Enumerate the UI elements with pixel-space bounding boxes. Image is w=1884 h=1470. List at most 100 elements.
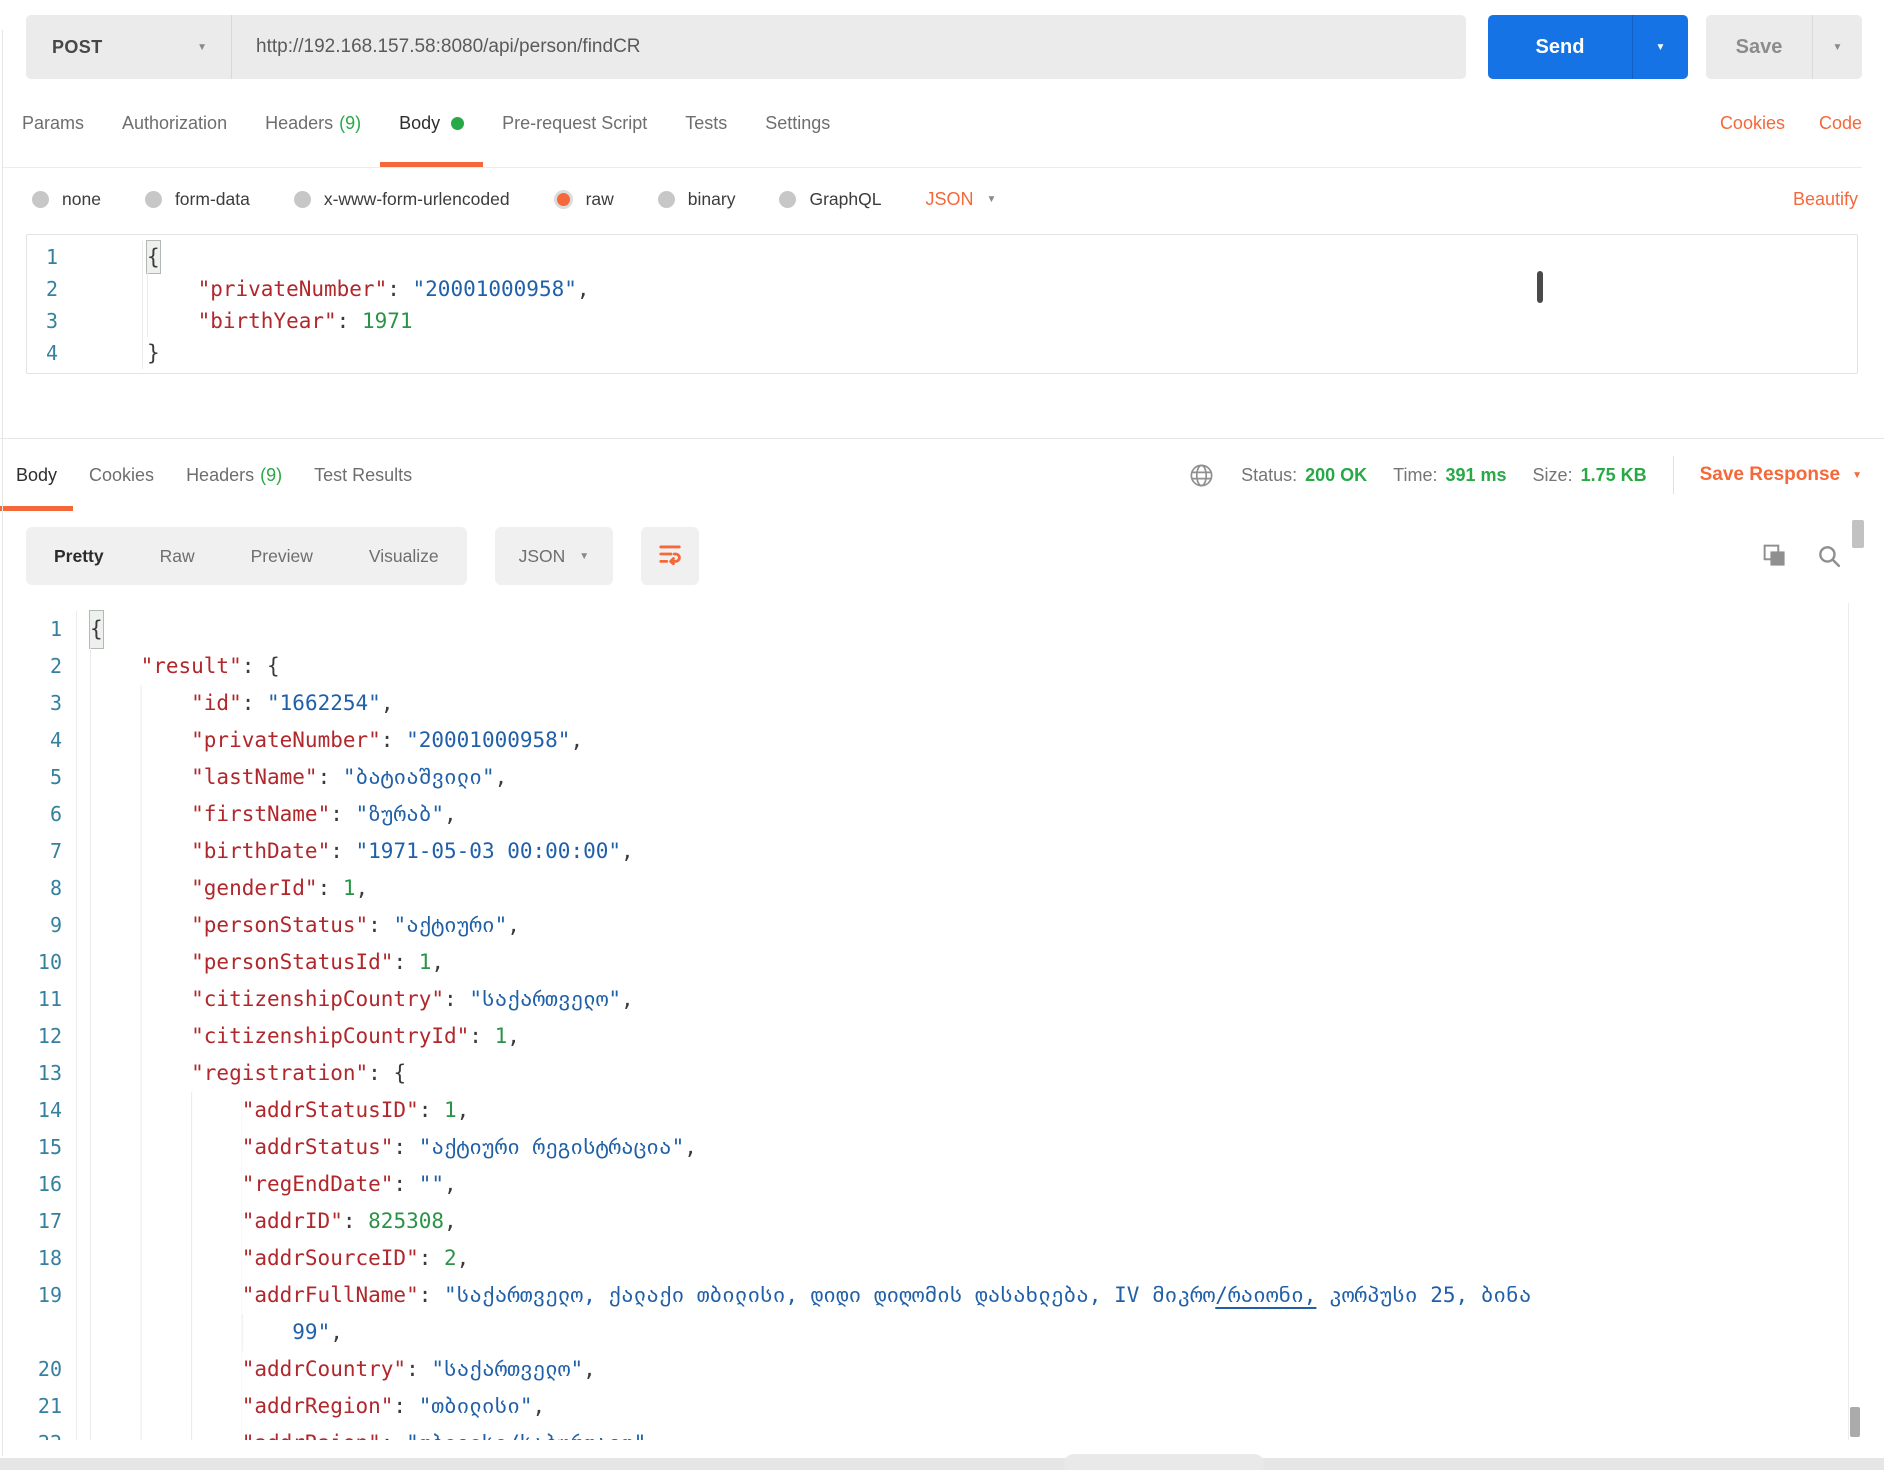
token-key: "registration" [191, 1061, 369, 1085]
code-line: 2 "privateNumber": "20001000958", [27, 273, 1857, 305]
code-line: 20 "addrCountry": "საქართველო", [0, 1351, 1884, 1388]
bottom-pill [1064, 1454, 1264, 1470]
mode-x-www-form-urlencoded[interactable]: x-www-form-urlencoded [293, 188, 510, 210]
panel-scrollbar-thumb[interactable] [1852, 520, 1864, 548]
beautify-link[interactable]: Beautify [1793, 189, 1858, 210]
url-input[interactable] [232, 15, 1466, 79]
tab-settings[interactable]: Settings [746, 80, 849, 167]
token-punc: : [387, 277, 413, 301]
response-view-tabs: Pretty Raw Preview Visualize [26, 527, 467, 585]
tab-tests[interactable]: Tests [666, 80, 746, 167]
mode-label: GraphQL [809, 188, 882, 209]
token-str: "20001000958" [406, 728, 571, 752]
tab-authorization[interactable]: Authorization [103, 80, 246, 167]
mode-graphql[interactable]: GraphQL [779, 189, 881, 210]
response-headers-count: (9) [260, 464, 283, 485]
mode-label: x-www-form-urlencoded [323, 188, 510, 209]
code-link[interactable]: Code [1819, 113, 1862, 134]
save-response-button[interactable]: Save Response ▼ [1700, 464, 1862, 486]
send-options-button[interactable]: ▼ [1632, 15, 1688, 79]
token-brace_hl: { [146, 240, 161, 274]
mode-raw[interactable]: raw [553, 189, 614, 210]
request-tabs: Params Authorization Headers (9) Body Pre… [3, 80, 1862, 168]
indent-guides [90, 759, 192, 796]
indent-guides [90, 685, 192, 722]
token-punc: : [393, 1394, 419, 1418]
view-tab-pretty[interactable]: Pretty [26, 527, 132, 585]
token-key: "personStatusId" [191, 950, 394, 974]
indent-guides [90, 796, 192, 833]
body-language-select[interactable]: JSON ▼ [925, 189, 996, 210]
search-icon[interactable] [1817, 544, 1842, 569]
view-tab-raw[interactable]: Raw [132, 527, 223, 585]
save-options-button[interactable]: ▼ [1812, 15, 1862, 79]
line-number: 22 [0, 1425, 77, 1440]
send-button[interactable]: Send ▼ [1488, 15, 1688, 79]
code-line: 11 "citizenshipCountry": "საქართველო", [0, 981, 1884, 1018]
line-number: 17 [0, 1203, 77, 1240]
indent-guides [147, 273, 198, 305]
code-text: "addrCountry": "საქართველო", [77, 1351, 596, 1388]
mode-binary[interactable]: binary [657, 189, 735, 210]
mode-form-data[interactable]: form-data [144, 189, 250, 210]
response-tab-test-results[interactable]: Test Results [298, 439, 428, 511]
method-select[interactable]: POST ▼ [26, 15, 231, 79]
code-line: 1{ [0, 610, 1884, 649]
postman-app: POST ▼ Send ▼ Save ▼ Params Authorizatio… [0, 0, 1884, 1470]
token-key: "citizenshipCountry" [191, 987, 445, 1011]
chevron-down-icon: ▼ [1832, 41, 1843, 53]
token-punc: , [532, 1394, 546, 1418]
token-punc: : [393, 1172, 419, 1196]
status-value: 200 OK [1305, 464, 1368, 485]
time-label: Time: [1393, 464, 1438, 485]
tab-headers[interactable]: Headers (9) [246, 80, 380, 167]
copy-icon[interactable] [1763, 544, 1787, 568]
code-line: 14 "addrStatusID": 1, [0, 1092, 1884, 1129]
code-text: "personStatus": "აქტიური", [77, 907, 520, 944]
token-str: "" [418, 1172, 445, 1196]
time-meta: Time: 391 ms [1393, 465, 1506, 486]
response-scrollbar-thumb[interactable] [1850, 1407, 1860, 1437]
code-text: "firstName": "ზურაბ", [77, 796, 457, 833]
indent-guides [90, 981, 192, 1018]
token-punc: , [570, 728, 584, 752]
token-str: "თბილისი" [418, 1394, 533, 1418]
response-scrollbar-track [1848, 603, 1849, 1440]
code-line: 4 "privateNumber": "20001000958", [0, 722, 1884, 759]
tab-body[interactable]: Body [380, 80, 483, 167]
tab-pre-request-script[interactable]: Pre-request Script [483, 80, 666, 167]
response-language-select[interactable]: JSON ▼ [494, 527, 614, 585]
line-number: 19 [0, 1277, 77, 1314]
chevron-down-icon: ▼ [1655, 41, 1666, 53]
token-key: "addrFullName" [241, 1283, 419, 1307]
view-tab-label: Pretty [54, 545, 104, 566]
request-url-row: POST ▼ Send ▼ Save ▼ [26, 14, 1862, 80]
code-line: 18 "addrSourceID": 2, [0, 1240, 1884, 1277]
status-label: Status: [1241, 464, 1298, 485]
meta-divider [1672, 456, 1674, 494]
token-brace: { [267, 654, 280, 678]
code-line: 7 "birthDate": "1971-05-03 00:00:00", [0, 833, 1884, 870]
tab-params[interactable]: Params [3, 80, 103, 167]
token-str: "ზურაბ" [355, 802, 445, 826]
response-body-panel[interactable]: 1{2 "result": {3 "id": "1662254", 4 "private… [0, 603, 1884, 1440]
token-num: 1 [444, 1098, 457, 1122]
save-button[interactable]: Save ▼ [1706, 15, 1862, 79]
mode-none[interactable]: none [32, 189, 101, 210]
wrap-lines-button[interactable] [641, 527, 700, 585]
token-punc: , [621, 839, 634, 863]
token-punc: : [317, 876, 343, 900]
token-key: "addrRaion" [242, 1425, 381, 1440]
response-tab-headers[interactable]: Headers (9) [170, 439, 298, 511]
response-tab-body[interactable]: Body [0, 439, 73, 511]
token-key: "personStatus" [191, 913, 369, 937]
view-tab-preview[interactable]: Preview [223, 527, 341, 585]
view-tab-visualize[interactable]: Visualize [341, 527, 467, 585]
cookies-link[interactable]: Cookies [1720, 113, 1785, 134]
request-body-editor[interactable]: 1{2 "privateNumber": "20001000958", 3 "birt… [26, 234, 1858, 374]
token-punc: , [507, 1024, 520, 1048]
code-text: "addrSourceID": 2, [77, 1240, 469, 1277]
code-text: "citizenshipCountryId": 1, [77, 1018, 520, 1055]
response-tab-cookies[interactable]: Cookies [73, 439, 170, 511]
request-editor-scrollbar[interactable] [1537, 271, 1543, 303]
